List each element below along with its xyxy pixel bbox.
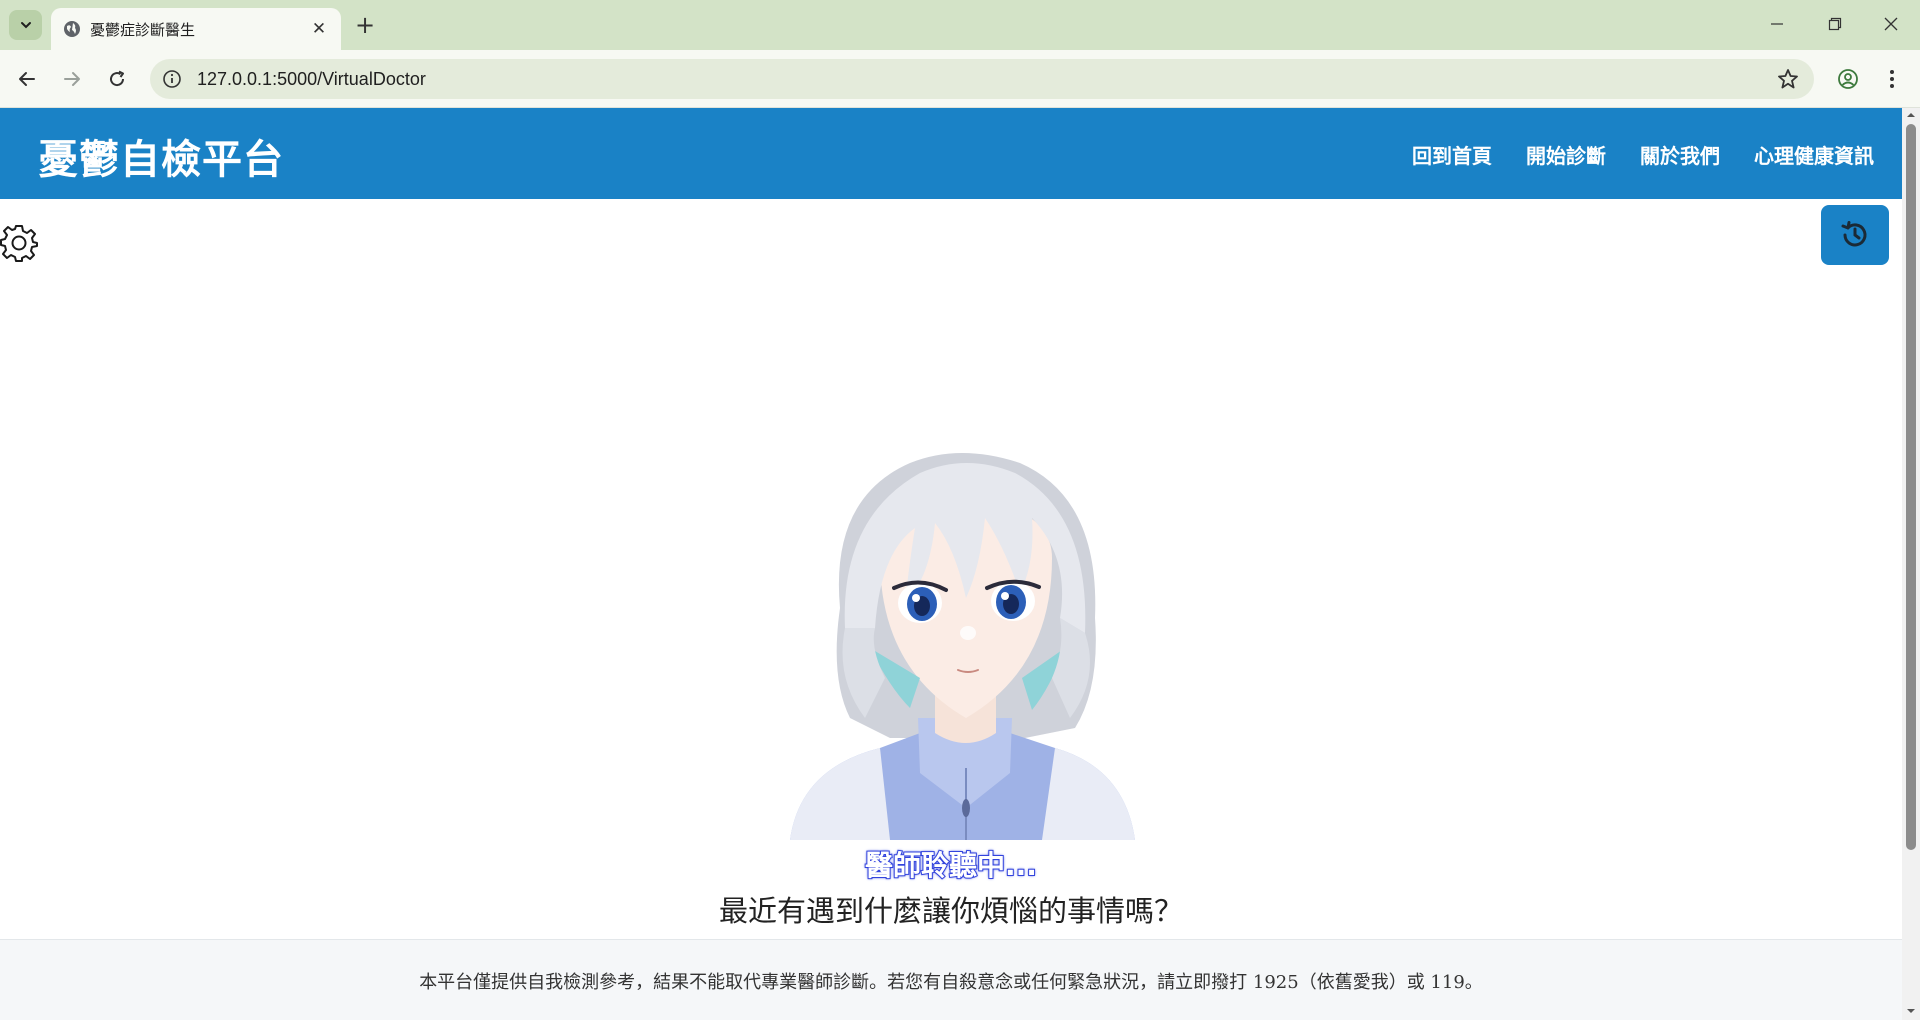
close-tab-icon[interactable]: ✕ bbox=[307, 17, 331, 41]
doctor-status-text: 醫師聆聽中... bbox=[864, 848, 1038, 883]
browser-tab-active[interactable]: 憂鬱症診斷醫生 ✕ bbox=[51, 8, 341, 50]
scrollbar-thumb[interactable] bbox=[1906, 124, 1916, 850]
doctor-question-text: 最近有遇到什麼讓你煩惱的事情嗎？ bbox=[718, 894, 1183, 928]
scroll-down-arrow-icon[interactable] bbox=[1906, 1006, 1916, 1016]
site-footer: 本平台僅提供自我檢測參考，結果不能取代專業醫師診斷。若您有自殺意念或任何緊急狀況… bbox=[0, 939, 1902, 1020]
restore-button[interactable] bbox=[1806, 0, 1864, 48]
bookmark-star-icon[interactable] bbox=[1776, 67, 1800, 91]
site-logo[interactable]: 憂鬱自檢平台 bbox=[38, 127, 284, 185]
main-nav: 回到首頁 開始診斷 關於我們 心理健康資訊 bbox=[1412, 140, 1874, 169]
globe-icon bbox=[64, 21, 80, 37]
minimize-button[interactable] bbox=[1748, 0, 1806, 48]
url-host: 127.0.0.1 bbox=[197, 69, 273, 89]
address-bar[interactable]: 127.0.0.1:5000/VirtualDoctor bbox=[150, 59, 1814, 99]
reload-button[interactable] bbox=[101, 63, 133, 95]
page-viewport: 憂鬱自檢平台 回到首頁 開始診斷 關於我們 心理健康資訊 醫師聆聽中... 最近… bbox=[0, 108, 1920, 1020]
reload-icon bbox=[110, 70, 125, 87]
browser-toolbar: 127.0.0.1:5000/VirtualDoctor bbox=[0, 50, 1920, 108]
restore-icon bbox=[1828, 17, 1842, 31]
url-path: :5000/VirtualDoctor bbox=[272, 69, 426, 89]
forward-button[interactable] bbox=[56, 63, 88, 95]
nav-mental-health-info[interactable]: 心理健康資訊 bbox=[1754, 140, 1874, 169]
site-header: 憂鬱自檢平台 回到首頁 開始診斷 關於我們 心理健康資訊 bbox=[0, 108, 1902, 199]
minimize-icon bbox=[1771, 23, 1783, 25]
page-scrollbar[interactable] bbox=[1902, 108, 1920, 1020]
close-icon bbox=[1884, 17, 1898, 31]
tab-title: 憂鬱症診斷醫生 bbox=[90, 21, 196, 39]
scroll-up-arrow-icon[interactable] bbox=[1906, 110, 1916, 120]
virtual-doctor-avatar bbox=[770, 388, 1150, 840]
nav-about-us[interactable]: 關於我們 bbox=[1640, 140, 1720, 169]
nav-home[interactable]: 回到首頁 bbox=[1412, 140, 1492, 169]
close-window-button[interactable] bbox=[1862, 0, 1920, 48]
gear-icon[interactable] bbox=[0, 224, 38, 262]
back-button[interactable] bbox=[11, 63, 43, 95]
arrow-left-icon bbox=[19, 72, 35, 86]
url-text[interactable]: 127.0.0.1:5000/VirtualDoctor bbox=[197, 69, 426, 90]
account-icon bbox=[1838, 69, 1858, 89]
history-icon bbox=[1841, 221, 1867, 247]
nav-start-diagnosis[interactable]: 開始診斷 bbox=[1526, 140, 1606, 169]
browser-tabstrip: 憂鬱症診斷醫生 ✕ + bbox=[0, 0, 1920, 50]
more-vert-icon bbox=[1890, 70, 1894, 88]
new-tab-button[interactable]: + bbox=[350, 10, 380, 40]
tab-search-button[interactable] bbox=[9, 10, 42, 40]
site-info-icon[interactable] bbox=[160, 67, 184, 91]
browser-menu-button[interactable] bbox=[1876, 63, 1908, 95]
footer-disclaimer: 本平台僅提供自我檢測參考，結果不能取代專業醫師診斷。若您有自殺意念或任何緊急狀況… bbox=[419, 972, 1483, 993]
chevron-down-icon bbox=[20, 22, 31, 29]
history-button[interactable] bbox=[1821, 205, 1889, 265]
arrow-right-icon bbox=[64, 72, 80, 86]
profile-button[interactable] bbox=[1832, 63, 1864, 95]
